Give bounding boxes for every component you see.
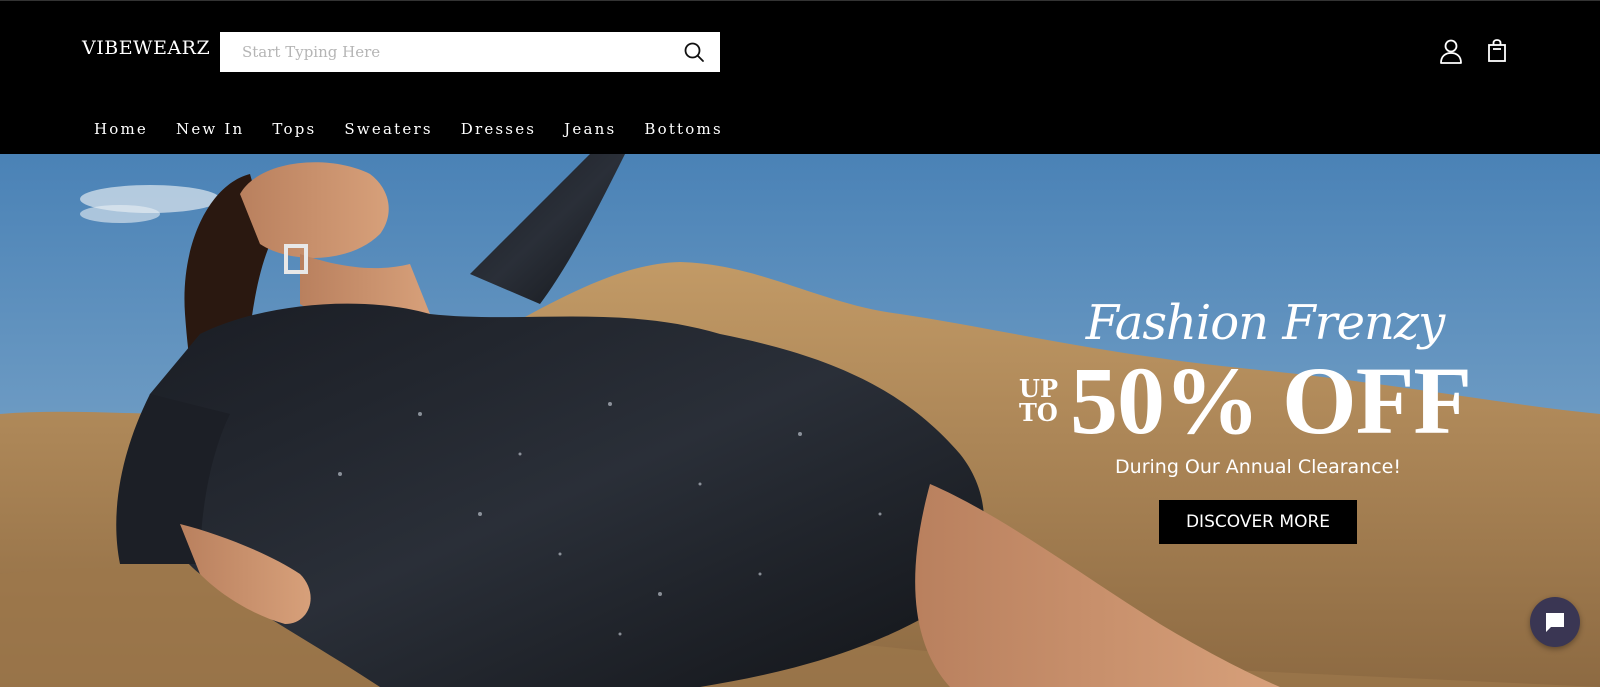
- hero-promo: Fashion Frenzy UP TO 50% OFF During Our …: [1000, 294, 1490, 544]
- discover-more-button[interactable]: DISCOVER MORE: [1159, 500, 1357, 544]
- search-bar: [220, 32, 720, 72]
- nav-item-new-in[interactable]: New In: [162, 117, 258, 141]
- shopping-bag-icon: [1488, 39, 1506, 62]
- nav-item-jeans[interactable]: Jeans: [550, 117, 630, 141]
- main-navigation: Home New In Tops Sweaters Dresses Jeans …: [80, 117, 737, 141]
- nav-item-home[interactable]: Home: [80, 117, 162, 141]
- up-to-label: UP TO: [1019, 377, 1058, 425]
- nav-item-bottoms[interactable]: Bottoms: [630, 117, 736, 141]
- search-icon: [684, 42, 704, 62]
- account-icon: [1440, 39, 1462, 64]
- header-actions: [1438, 37, 1510, 65]
- search-input[interactable]: [242, 32, 662, 72]
- site-header: VIBEWEARZ Home New In Tops: [0, 0, 1600, 155]
- search-button[interactable]: [680, 38, 708, 66]
- nav-item-tops[interactable]: Tops: [258, 117, 330, 141]
- account-button[interactable]: [1438, 37, 1464, 65]
- offer-row: UP TO 50% OFF: [1000, 347, 1490, 454]
- site-logo[interactable]: VIBEWEARZ: [82, 37, 210, 59]
- up-to-line-2: TO: [1019, 398, 1058, 427]
- hero-subline: During Our Annual Clearance!: [1115, 456, 1401, 478]
- chat-bubble-icon: [1546, 613, 1564, 632]
- nav-item-sweaters[interactable]: Sweaters: [330, 117, 446, 141]
- chat-button[interactable]: [1530, 597, 1580, 647]
- hero-headline: Fashion Frenzy: [1085, 295, 1446, 351]
- cart-button[interactable]: [1484, 37, 1510, 65]
- hero-banner[interactable]: Fashion Frenzy UP TO 50% OFF During Our …: [0, 154, 1600, 687]
- nav-item-dresses[interactable]: Dresses: [447, 117, 550, 141]
- discount-amount: 50% OFF: [1070, 347, 1472, 454]
